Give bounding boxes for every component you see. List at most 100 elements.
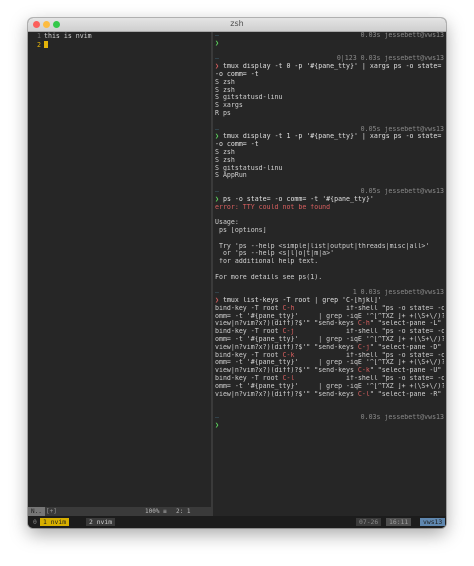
keybinding-key: C-h: [357, 320, 370, 328]
keybinding-line: omm= -t '#{pane_tty}' | grep -iqE '^[^TX…: [215, 313, 444, 321]
output-line: error: TTY could not be found: [215, 203, 331, 211]
tmux-hostname: vws13: [420, 518, 446, 526]
keybinding-line: omm= -t '#{pane_tty}' | grep -iqE '^[^TX…: [215, 383, 444, 391]
keybinding-key: C-k: [282, 351, 295, 359]
output-line: ps [options]: [215, 226, 267, 234]
keybinding-prefix: bind-key -T root: [215, 328, 283, 336]
keybinding-prefix: view|n?vim?x?)(diff)?$'" "send-keys: [215, 320, 358, 328]
output-line: S gitstatusd-linu: [215, 164, 283, 172]
prompt-line[interactable]: ❯: [215, 40, 444, 48]
line-number: 2: [37, 40, 41, 49]
prompt-separator: —: [215, 125, 219, 133]
output-line: For more details see ps(1).: [215, 273, 323, 281]
shell-pane[interactable]: — 0.03s jessebett@vws13 ❯ — 0|123 0.03s jes…: [213, 32, 446, 516]
prompt-separator: —: [215, 55, 219, 63]
nvim-pane[interactable]: 1 this is nvim 2 N.. [+] 100% ≡ 2: 1: [28, 32, 211, 516]
prompt-chevron-icon: ❯: [215, 195, 219, 203]
keybinding-line: view|n?vim?x?)(diff)?$'" "send-keys C-h"…: [215, 320, 444, 328]
prompt-header: — 0.05s jessebett@vws13: [215, 188, 444, 196]
prompt-header: — 1 0.03s jessebett@vws13: [215, 289, 444, 297]
output-line: or 'ps --help <s|l|o|t|m|a>': [215, 250, 335, 258]
nvim-scroll-percent: 100% ≡: [145, 508, 167, 515]
prompt-info: 0.05s jessebett@vws13: [360, 125, 444, 133]
prompt-line[interactable]: ❯ tmux display -t 0 -p '#{pane_tty}' | x…: [215, 63, 444, 79]
keybinding-prefix: bind-key -T root: [215, 375, 283, 383]
line-number: 1: [37, 32, 41, 40]
tmux-status-bar: 0 1 nvim 2 nvim 07-26 16:11 vws13: [28, 516, 446, 528]
prompt-line[interactable]: ❯ ps -o state= -o comm= -t '#{pane_tty}': [215, 196, 444, 204]
output-line: for additional help text.: [215, 258, 319, 266]
keybinding-key: C-j: [282, 328, 295, 336]
keybinding-rest: " "select-pane -R": [369, 390, 442, 398]
keybinding-rest: " "select-pane -D": [369, 343, 442, 351]
keybinding-key: C-k: [357, 367, 370, 375]
prompt-info: 1 0.03s jessebett@vws13: [352, 289, 444, 297]
keybinding-prefix: omm= -t '#{pane_tty}' | grep -iqE '^[^TX…: [215, 312, 444, 320]
prompt-chevron-icon: ❯: [215, 297, 219, 305]
command-text: tmux list-keys -T root | grep 'C-[hjkl]': [222, 297, 382, 305]
nvim-statusline: N.. [+] 100% ≡ 2: 1: [28, 507, 211, 516]
output-line: R ps: [215, 109, 231, 117]
title-bar: zsh: [28, 18, 446, 32]
prompt-info: 0|123 0.03s jessebett@vws13: [336, 55, 444, 63]
tmux-window-1[interactable]: 1 nvim: [40, 518, 70, 526]
keybinding-rest: if-shell "ps -o state= -o c: [294, 304, 444, 312]
tmux-time: 16:11: [386, 518, 412, 526]
keybinding-line: omm= -t '#{pane_tty}' | grep -iqE '^[^TX…: [215, 336, 444, 344]
output-line: S zsh: [215, 86, 235, 94]
keybinding-line: bind-key -T root C-l if-shell "ps -o sta…: [215, 375, 444, 383]
keybinding-prefix: view|n?vim?x?)(diff)?$'" "send-keys: [215, 343, 358, 351]
keybinding-line: bind-key -T root C-j if-shell "ps -o sta…: [215, 328, 444, 336]
text-cursor: [44, 40, 48, 48]
keybinding-line: view|n?vim?x?)(diff)?$'" "send-keys C-l"…: [215, 391, 444, 399]
prompt-header: — 0.03s jessebett@vws13: [215, 32, 444, 40]
prompt-header: — 0|123 0.03s jessebett@vws13: [215, 55, 444, 63]
prompt-separator: —: [215, 414, 219, 422]
window-title: zsh: [230, 19, 244, 28]
command-text: tmux display -t 1 -p '#{pane_tty}' | xar…: [215, 133, 442, 149]
keybinding-rest: if-shell "ps -o state= -o c: [294, 328, 444, 336]
nvim-buffer[interactable]: 1 this is nvim 2: [28, 32, 211, 49]
tmux-date: 07-26: [356, 518, 382, 526]
output-line: S xargs: [215, 102, 243, 110]
output-line: S zsh: [215, 78, 235, 86]
keybinding-line: bind-key -T root C-h if-shell "ps -o sta…: [215, 305, 444, 313]
nvim-buffer-flag: [+]: [46, 508, 57, 515]
prompt-line[interactable]: ❯ tmux display -t 1 -p '#{pane_tty}' | x…: [215, 133, 444, 149]
tmux-window-2[interactable]: 2 nvim: [86, 518, 116, 526]
keybinding-line: view|n?vim?x?)(diff)?$'" "send-keys C-j"…: [215, 344, 444, 352]
prompt-separator: —: [215, 32, 219, 39]
output-line: S AppRun: [215, 172, 247, 180]
prompt-line[interactable]: ❯ tmux list-keys -T root | grep 'C-[hjkl…: [215, 297, 444, 305]
line-text: this is nvim: [44, 32, 92, 40]
keybinding-rest: " "select-pane -L": [369, 320, 442, 328]
keybinding-key: C-h: [282, 304, 295, 312]
keybinding-rest: " "select-pane -U": [369, 367, 442, 375]
keybinding-rest: if-shell "ps -o state= -o c: [294, 351, 444, 359]
tmux-window-0[interactable]: 0: [30, 518, 40, 526]
keybinding-key: C-l: [357, 390, 370, 398]
editor-line[interactable]: 2: [28, 40, 211, 49]
shell-output[interactable]: — 0.03s jessebett@vws13 ❯ — 0|123 0.03s jes…: [215, 32, 444, 437]
keybinding-prefix: bind-key -T root: [215, 304, 283, 312]
nvim-mode-indicator: N..: [28, 507, 45, 516]
prompt-chevron-icon: ❯: [215, 421, 219, 429]
keybinding-line: omm= -t '#{pane_tty}' | grep -iqE '^[^TX…: [215, 359, 444, 367]
keybinding-prefix: omm= -t '#{pane_tty}' | grep -iqE '^[^TX…: [215, 382, 444, 390]
output-line: S zsh: [215, 156, 235, 164]
editor-line[interactable]: 1 this is nvim: [28, 32, 211, 41]
keybinding-prefix: omm= -t '#{pane_tty}' | grep -iqE '^[^TX…: [215, 359, 444, 367]
keybinding-key: C-j: [357, 343, 370, 351]
output-line: Try 'ps --help <simple|list|output|threa…: [215, 242, 430, 250]
prompt-header: — 0.03s jessebett@vws13: [215, 414, 444, 422]
prompt-separator: —: [215, 289, 219, 297]
prompt-info: 0.03s jessebett@vws13: [360, 32, 444, 39]
prompt-line[interactable]: ❯: [215, 422, 444, 430]
